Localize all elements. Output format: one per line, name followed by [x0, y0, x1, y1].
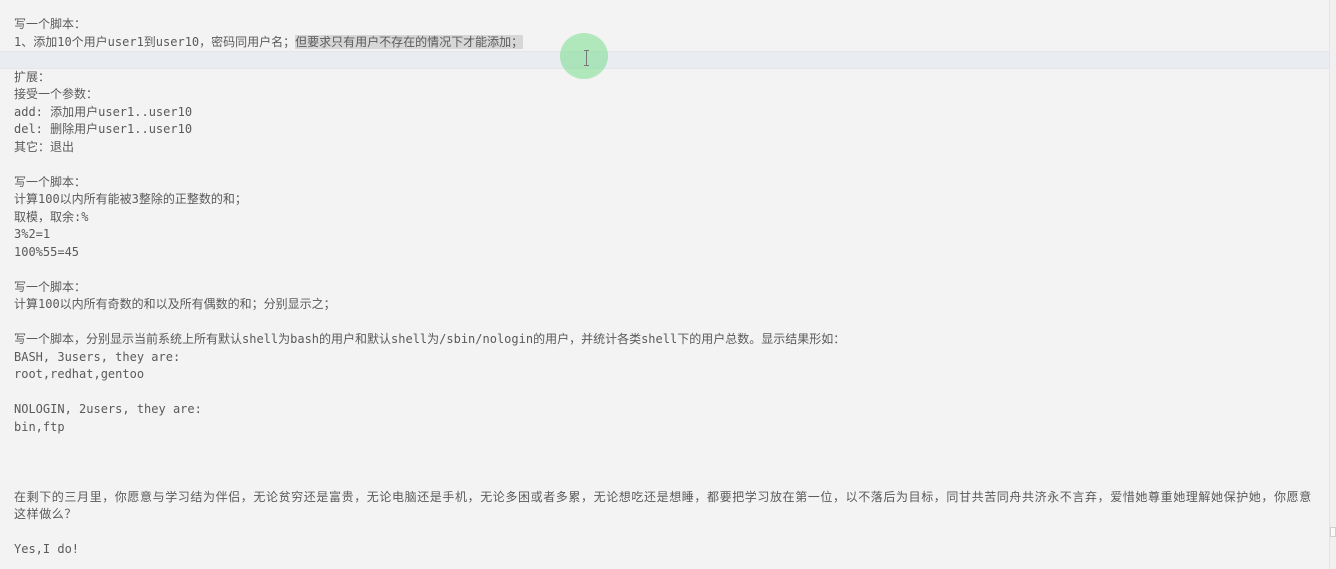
text-line: 接受一个参数：: [14, 87, 99, 101]
text-cursor-icon: [584, 50, 590, 66]
text-line: root,redhat,gentoo: [14, 367, 145, 381]
text-line-blank: [14, 314, 1326, 332]
text-line-blank: [14, 524, 1326, 542]
text-line: add: 添加用户user1..user10: [14, 104, 193, 119]
text-line: 计算100以内所有能被3整除的正整数的和；: [14, 192, 247, 206]
text-line-blank: [14, 384, 1326, 402]
text-line: del: 删除用户user1..user10: [14, 122, 193, 136]
text-line-blank: [14, 454, 1326, 472]
text-line: 其它：退出: [14, 139, 75, 154]
text-line-wrapped: 在剩下的三月里，你愿意与学习结为伴侣，无论贫穷还是富贵，无论电脑还是手机，无论多…: [14, 489, 1312, 522]
text-line-blank: [14, 471, 1326, 489]
scrollbar-thumb[interactable]: [1330, 527, 1336, 537]
text-line: 1、添加10个用户user1到user10，密码同用户名；但要求只有用户不存在的…: [14, 34, 1326, 52]
text-line-blank: [14, 156, 1326, 174]
text-editor[interactable]: 写一个脚本： 1、添加10个用户user1到user10，密码同用户名；但要求只…: [0, 0, 1336, 569]
text-line: 取模，取余:%: [14, 209, 89, 224]
text-line: 3%2=1: [14, 227, 51, 241]
text-line-blank: [14, 261, 1326, 279]
text-line: 计算100以内所有奇数的和以及所有偶数的和；分别显示之；: [14, 297, 336, 311]
text-line: 写一个脚本，分别显示当前系统上所有默认shell为bash的用户和默认shell…: [14, 332, 846, 346]
text-line: 写一个脚本：: [14, 174, 87, 189]
text-line: 100%55=45: [14, 244, 80, 259]
vertical-scrollbar[interactable]: [1329, 0, 1336, 569]
text-line: Yes,I do!: [14, 542, 80, 556]
selected-text: 但要求只有用户不存在的情况下才能添加；: [295, 34, 524, 49]
text-line: 扩展：: [14, 69, 51, 84]
text-line: 写一个脚本：: [14, 17, 87, 31]
text-line: BASH, 3users, they are:: [14, 349, 181, 364]
text-line-blank: [14, 51, 1326, 69]
text-line: 写一个脚本：: [14, 279, 87, 294]
text-content[interactable]: 写一个脚本： 1、添加10个用户user1到user10，密码同用户名；但要求只…: [14, 16, 1326, 559]
text-line: bin,ftp: [14, 419, 65, 434]
text-line-blank: [14, 436, 1326, 454]
text-line: NOLOGIN, 2users, they are:: [14, 402, 202, 416]
text-segment: 1、添加10个用户user1到user10，密码同用户名；: [14, 34, 296, 49]
